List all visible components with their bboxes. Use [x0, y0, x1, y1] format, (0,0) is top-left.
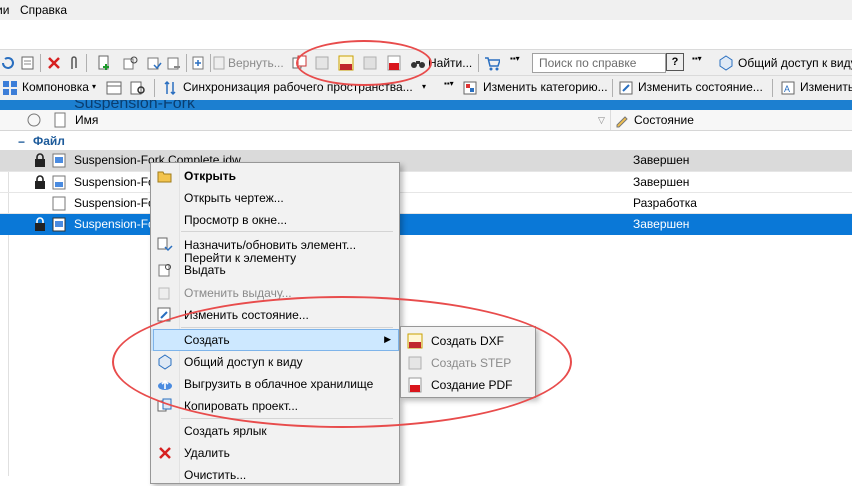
filetype-column-icon[interactable]	[52, 112, 68, 128]
sync-chevron-icon[interactable]: ▾	[422, 82, 426, 91]
find-pane-icon[interactable]	[130, 80, 146, 96]
help-dropdown-icon[interactable]: ▪▪▾	[692, 54, 702, 63]
lock-icon	[34, 217, 46, 231]
delete-icon[interactable]	[46, 55, 62, 71]
checkout-icon[interactable]	[122, 55, 138, 71]
overflow2-icon[interactable]: ▪▪▾	[444, 79, 454, 88]
revert-button[interactable]: Вернуть...	[228, 56, 284, 70]
table-header: Имя ▽ Состояние	[0, 110, 852, 131]
undo-checkout-icon	[157, 285, 173, 301]
checkout-icon	[157, 262, 173, 278]
table-row[interactable]: Suspension-Fork Complete.idw Завершен	[0, 150, 852, 171]
folder-banner: Suspension-Fork	[0, 100, 852, 110]
menu-item-label: Создать ярлык	[184, 424, 267, 438]
menu-item-checkout[interactable]: Выдать	[151, 259, 399, 281]
row-name: Suspension-Fo	[74, 217, 155, 231]
row-state: Завершен	[633, 175, 690, 189]
column-header-name[interactable]: Имя	[75, 113, 98, 127]
search-placeholder: Поиск по справке	[539, 56, 637, 70]
collapse-icon[interactable]: −	[18, 135, 25, 149]
layout-chevron-icon: ▾	[92, 82, 97, 91]
menu-item-open-drawing[interactable]: Открыть чертеж...	[151, 187, 399, 209]
assembly-file-icon	[52, 175, 66, 190]
row-name: Suspension-Fo	[74, 175, 155, 189]
menu-item-help[interactable]: Справка	[20, 3, 67, 17]
group-header-file[interactable]: − Файл	[0, 132, 852, 150]
menu-item-delete[interactable]: Удалить	[151, 442, 399, 464]
layout-icon[interactable]	[2, 80, 18, 96]
menu-item-open[interactable]: Открыть	[151, 165, 399, 187]
revert-icon[interactable]	[212, 55, 228, 71]
menu-item-label: Открыть	[184, 169, 237, 183]
share-view-icon[interactable]	[718, 55, 734, 71]
menu-item-label: Выдать	[184, 263, 226, 277]
change-state-button[interactable]: Изменить состояние...	[638, 80, 763, 94]
menu-item-preview[interactable]: Просмотр в окне...	[151, 209, 399, 231]
row-state: Завершен	[633, 217, 690, 231]
drawing-file-icon	[52, 217, 66, 232]
refresh-icon[interactable]	[0, 55, 16, 71]
get-revision-icon[interactable]	[190, 55, 206, 71]
folder-open-icon	[157, 168, 173, 184]
column-header-state[interactable]: Состояние	[634, 113, 694, 127]
new-file-icon[interactable]	[96, 55, 112, 71]
lock-icon	[34, 153, 46, 167]
annotation-ellipse-menu	[112, 296, 572, 428]
menu-item-label: Открыть чертеж...	[184, 191, 284, 205]
menu-bar: ии Справка	[0, 0, 852, 20]
change-category-button[interactable]: Изменить категорию...	[483, 80, 608, 94]
table-row-selected[interactable]: Suspension-Fo Завершен	[0, 214, 852, 235]
change-state-icon[interactable]	[618, 80, 634, 96]
document-file-icon	[52, 196, 66, 211]
checkin-icon[interactable]	[146, 55, 162, 71]
properties-icon[interactable]	[20, 55, 36, 71]
table-row[interactable]: Suspension-Fo Разработка	[0, 193, 852, 214]
row-state: Разработка	[633, 196, 697, 210]
change-revision-icon[interactable]: A	[780, 80, 796, 96]
filter-icon[interactable]: ▽	[598, 115, 605, 126]
change-revision-button[interactable]: Изменить	[800, 80, 852, 94]
share-view-button[interactable]: Общий доступ к виду	[738, 56, 852, 70]
details-pane-icon[interactable]	[106, 80, 122, 96]
lock-icon	[34, 175, 46, 189]
row-name: Suspension-Fo	[74, 196, 155, 210]
layout-dropdown[interactable]: Компоновка	[22, 80, 89, 94]
menu-item-label: Очистить...	[184, 468, 247, 482]
annotation-ellipse-toolbar	[296, 40, 432, 86]
attach-icon[interactable]	[66, 55, 82, 71]
menu-item-label: Удалить	[184, 446, 230, 460]
group-label: Файл	[33, 134, 65, 148]
change-category-icon[interactable]	[462, 80, 478, 96]
state-column-icon	[614, 112, 630, 128]
svg-text:A: A	[784, 84, 790, 94]
search-input[interactable]: Поиск по справке	[532, 53, 666, 73]
menu-item-view[interactable]: ии	[0, 3, 9, 17]
sync-icon[interactable]	[162, 80, 178, 96]
toolbar-secondary: Компоновка ▾ Синхронизация рабочего прос…	[0, 75, 852, 101]
row-state: Завершен	[633, 153, 690, 167]
folder-title: Suspension-Fork	[74, 100, 195, 110]
status-column-icon[interactable]	[26, 112, 42, 128]
menu-item-label: Просмотр в окне...	[184, 213, 288, 227]
undo-checkout-icon[interactable]	[166, 55, 182, 71]
menu-item-label: Назначить/обновить элемент...	[184, 238, 357, 252]
drawing-file-icon	[52, 153, 66, 168]
overflow-icon[interactable]: ▪▪▾	[510, 54, 520, 63]
delete-icon	[157, 445, 173, 461]
menu-item-clear[interactable]: Очистить...	[151, 464, 399, 486]
help-button[interactable]: ?	[666, 53, 684, 71]
find-button[interactable]: Найти...	[428, 56, 472, 70]
table-row[interactable]: Suspension-Fo Завершен	[0, 172, 852, 193]
cart-icon[interactable]	[484, 55, 502, 71]
